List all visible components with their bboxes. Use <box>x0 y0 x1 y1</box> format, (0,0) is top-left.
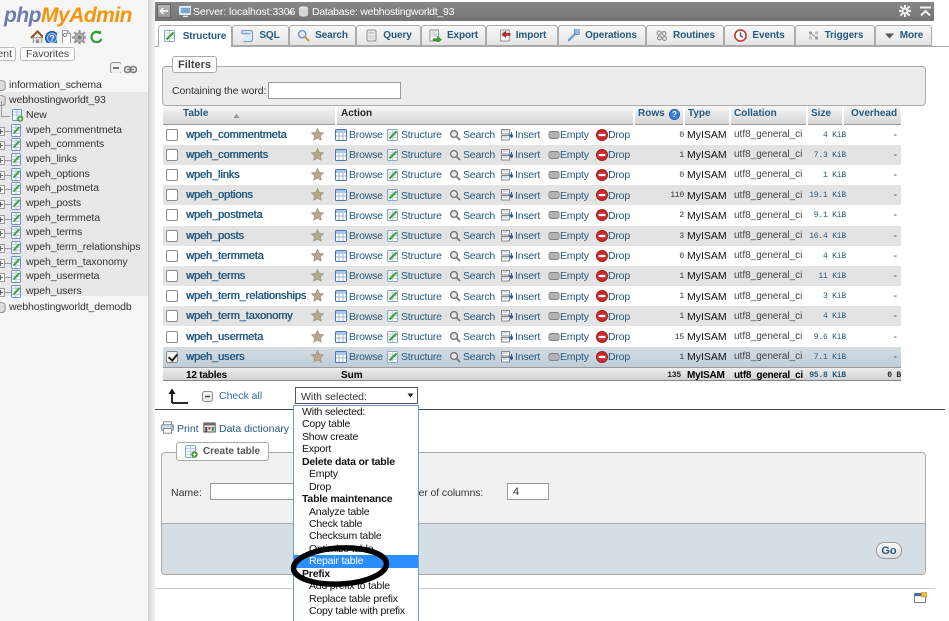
svg-text:?: ? <box>49 33 55 43</box>
svg-text:?: ? <box>672 110 677 119</box>
